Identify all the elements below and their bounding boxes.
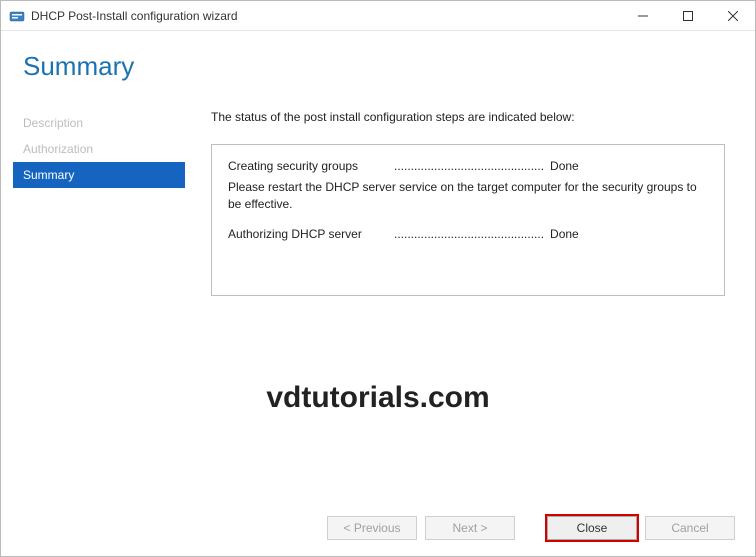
wizard-sidebar: Description Authorization Summary (13, 102, 185, 504)
page-title: Summary (23, 51, 725, 82)
status-intro: The status of the post install configura… (211, 110, 725, 124)
result-dots: ........................................… (394, 227, 544, 241)
result-label: Creating security groups (228, 159, 388, 173)
wizard-main: The status of the post install configura… (185, 102, 743, 504)
results-panel: Creating security groups ...............… (211, 144, 725, 296)
next-button: Next > (425, 516, 515, 540)
wizard-footer: < Previous Next > Close Cancel (1, 504, 755, 556)
sidebar-item-authorization[interactable]: Authorization (13, 136, 185, 162)
wizard-header: Summary (1, 31, 755, 92)
cancel-button: Cancel (645, 516, 735, 540)
result-dots: ........................................… (394, 159, 544, 173)
window-title: DHCP Post-Install configuration wizard (31, 9, 620, 23)
previous-button: < Previous (327, 516, 417, 540)
sidebar-item-description[interactable]: Description (13, 110, 185, 136)
app-icon (9, 8, 25, 24)
sidebar-item-summary[interactable]: Summary (13, 162, 185, 188)
wizard-body: Description Authorization Summary The st… (1, 92, 755, 504)
result-note: Please restart the DHCP server service o… (228, 179, 708, 213)
result-row: Authorizing DHCP server ................… (228, 227, 708, 241)
result-status: Done (550, 227, 579, 241)
minimize-button[interactable] (620, 1, 665, 31)
close-button[interactable]: Close (547, 516, 637, 540)
close-window-button[interactable] (710, 1, 755, 31)
result-status: Done (550, 159, 579, 173)
result-label: Authorizing DHCP server (228, 227, 388, 241)
maximize-button[interactable] (665, 1, 710, 31)
window-controls (620, 1, 755, 31)
result-row: Creating security groups ...............… (228, 159, 708, 173)
titlebar: DHCP Post-Install configuration wizard (1, 1, 755, 31)
